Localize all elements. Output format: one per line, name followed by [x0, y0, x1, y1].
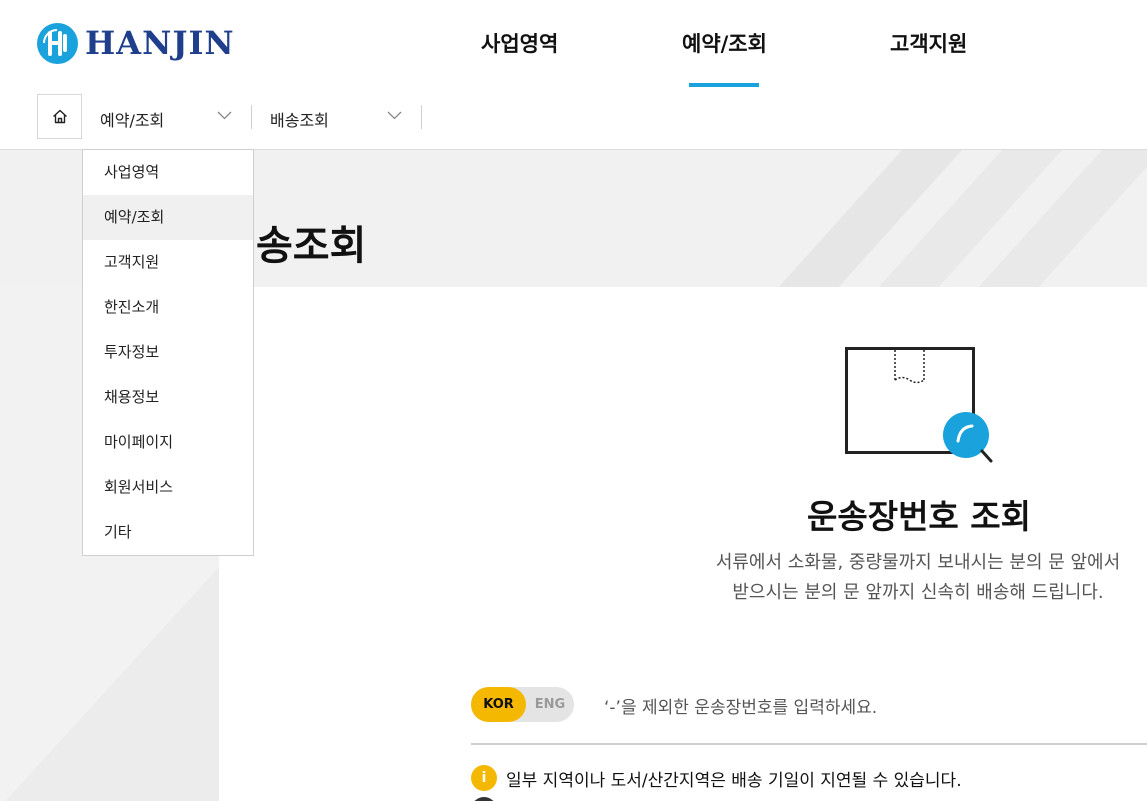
depth1-dropdown-menu: 사업영역 예약/조회 고객지원 한진소개 투자정보 채용정보 마이페이지 회원서… — [82, 149, 254, 556]
tracking-description: 서류에서 소화물, 중량물까지 보내시는 분의 문 앞에서 받으시는 분의 문 … — [690, 548, 1146, 608]
tracking-number-input[interactable]: ‘-’을 제외한 운송장번호를 입력하세요. — [604, 693, 877, 718]
gnb-item-booking[interactable]: 예약/조회 — [682, 28, 767, 58]
home-icon — [52, 109, 67, 124]
language-toggle[interactable]: KOR ENG — [471, 687, 574, 722]
site-header: HANJIN 사업영역 예약/조회 고객지원 — [0, 0, 1147, 88]
gnb-active-indicator — [689, 83, 759, 87]
input-underline — [471, 743, 1147, 745]
dropdown-item-about[interactable]: 한진소개 — [83, 285, 253, 330]
dropdown-item-business[interactable]: 사업영역 — [83, 150, 253, 195]
notice-text: 일부 지역이나 도서/산간지역은 배송 기일이 지연될 수 있습니다. — [506, 770, 962, 791]
tracking-description-line1: 서류에서 소화물, 중량물까지 보내시는 분의 문 앞에서 — [715, 552, 1121, 573]
location-depth1-label: 예약/조회 — [100, 111, 165, 130]
chevron-down-icon — [387, 111, 402, 120]
delivery-notice: i 일부 지역이나 도서/산간지역은 배송 기일이 지연될 수 있습니다. — [471, 765, 962, 791]
location-depth2-select[interactable]: 배송조회 — [270, 105, 405, 130]
dropdown-item-investor[interactable]: 투자정보 — [83, 330, 253, 375]
dropdown-item-booking[interactable]: 예약/조회 — [83, 195, 253, 240]
dropdown-item-etc[interactable]: 기타 — [83, 510, 253, 555]
logo-text: HANJIN — [85, 24, 235, 62]
dropdown-item-member[interactable]: 회원서비스 — [83, 465, 253, 510]
gnb-item-business[interactable]: 사업영역 — [481, 28, 558, 58]
info-icon: i — [471, 765, 497, 791]
parcel-search-icon — [845, 347, 993, 463]
location-depth2-label: 배송조회 — [270, 111, 329, 130]
page-title: 송조회 — [256, 223, 367, 269]
hanjin-emblem-icon — [37, 23, 78, 64]
home-button[interactable] — [37, 94, 82, 139]
notice-bullet-icon — [471, 797, 497, 801]
dropdown-item-mypage[interactable]: 마이페이지 — [83, 420, 253, 465]
location-depth1-select[interactable]: 예약/조회 — [100, 105, 235, 130]
location-bar: 예약/조회 배송조회 — [0, 88, 1147, 150]
hanjin-logo[interactable]: HANJIN — [37, 23, 235, 64]
tracking-title: 운송장번호 조회 — [806, 497, 1031, 536]
location-divider — [251, 105, 252, 129]
lang-eng-button[interactable]: ENG — [526, 687, 574, 722]
tracking-description-line2: 받으시는 분의 문 앞까지 신속히 배송해 드립니다. — [732, 582, 1104, 603]
lang-kor-button[interactable]: KOR — [471, 687, 526, 722]
gnb-item-support[interactable]: 고객지원 — [890, 28, 967, 58]
dropdown-item-support[interactable]: 고객지원 — [83, 240, 253, 285]
location-divider — [421, 105, 422, 129]
chevron-down-icon — [217, 111, 232, 120]
dropdown-item-careers[interactable]: 채용정보 — [83, 375, 253, 420]
decorative-triangle — [0, 567, 219, 801]
